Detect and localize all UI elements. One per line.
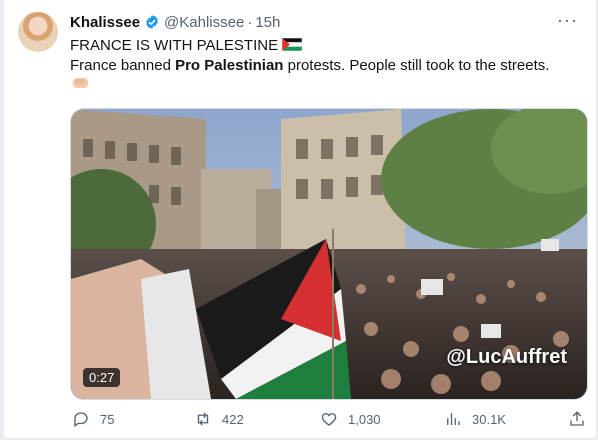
separator-dot: · xyxy=(247,13,253,31)
views-count: 30.1K xyxy=(472,411,506,427)
like-count: 1,030 xyxy=(348,411,381,427)
tweet-text: FRANCE IS WITH PALESTINE France banned P… xyxy=(70,36,580,76)
views-button[interactable]: 30.1K xyxy=(444,410,506,428)
video-watermark: @LucAuffret xyxy=(446,346,567,368)
share-icon xyxy=(570,411,584,426)
tweet-header: Khalissee @Kahlissee · 15h xyxy=(70,12,280,32)
palestine-flag-emoji xyxy=(282,38,303,51)
tweet-line-2-bold: Pro Palestinian xyxy=(175,57,284,74)
tweet-actions: 75 422 1,030 30.1K xyxy=(66,410,590,430)
tweet-line-1: FRANCE IS WITH PALESTINE xyxy=(70,36,580,56)
tweet-line-2-post: protests. People still took to the stree… xyxy=(283,57,550,74)
like-icon xyxy=(321,413,337,426)
tweet-line-2: France banned Pro Palestinian protests. … xyxy=(70,56,580,76)
more-icon[interactable]: ··· xyxy=(557,10,578,31)
tweet-card[interactable]: Khalissee @Kahlissee · 15h ··· FRANCE IS… xyxy=(4,0,596,438)
video-player[interactable]: 0:27 @LucAuffret xyxy=(70,108,588,400)
views-icon xyxy=(447,413,460,425)
retweet-count: 422 xyxy=(222,411,244,427)
author-name[interactable]: Khalissee xyxy=(70,14,140,31)
reply-count: 75 xyxy=(100,411,115,427)
timestamp[interactable]: 15h xyxy=(255,14,280,31)
video-duration: 0:27 xyxy=(83,368,121,387)
avatar[interactable] xyxy=(18,12,58,52)
retweet-icon xyxy=(197,412,209,426)
reply-button[interactable]: 75 xyxy=(72,410,114,428)
tweet-line-2-pre: France banned xyxy=(70,57,176,74)
retweet-button[interactable]: 422 xyxy=(194,410,244,428)
like-button[interactable]: 1,030 xyxy=(320,410,381,428)
fist-emoji xyxy=(73,78,88,88)
share-button[interactable] xyxy=(568,410,596,428)
author-handle[interactable]: @Kahlissee xyxy=(164,14,244,31)
tweet-line-1-text: FRANCE IS WITH PALESTINE xyxy=(70,37,279,54)
reply-icon xyxy=(74,412,88,428)
verified-badge-icon[interactable] xyxy=(144,14,160,30)
